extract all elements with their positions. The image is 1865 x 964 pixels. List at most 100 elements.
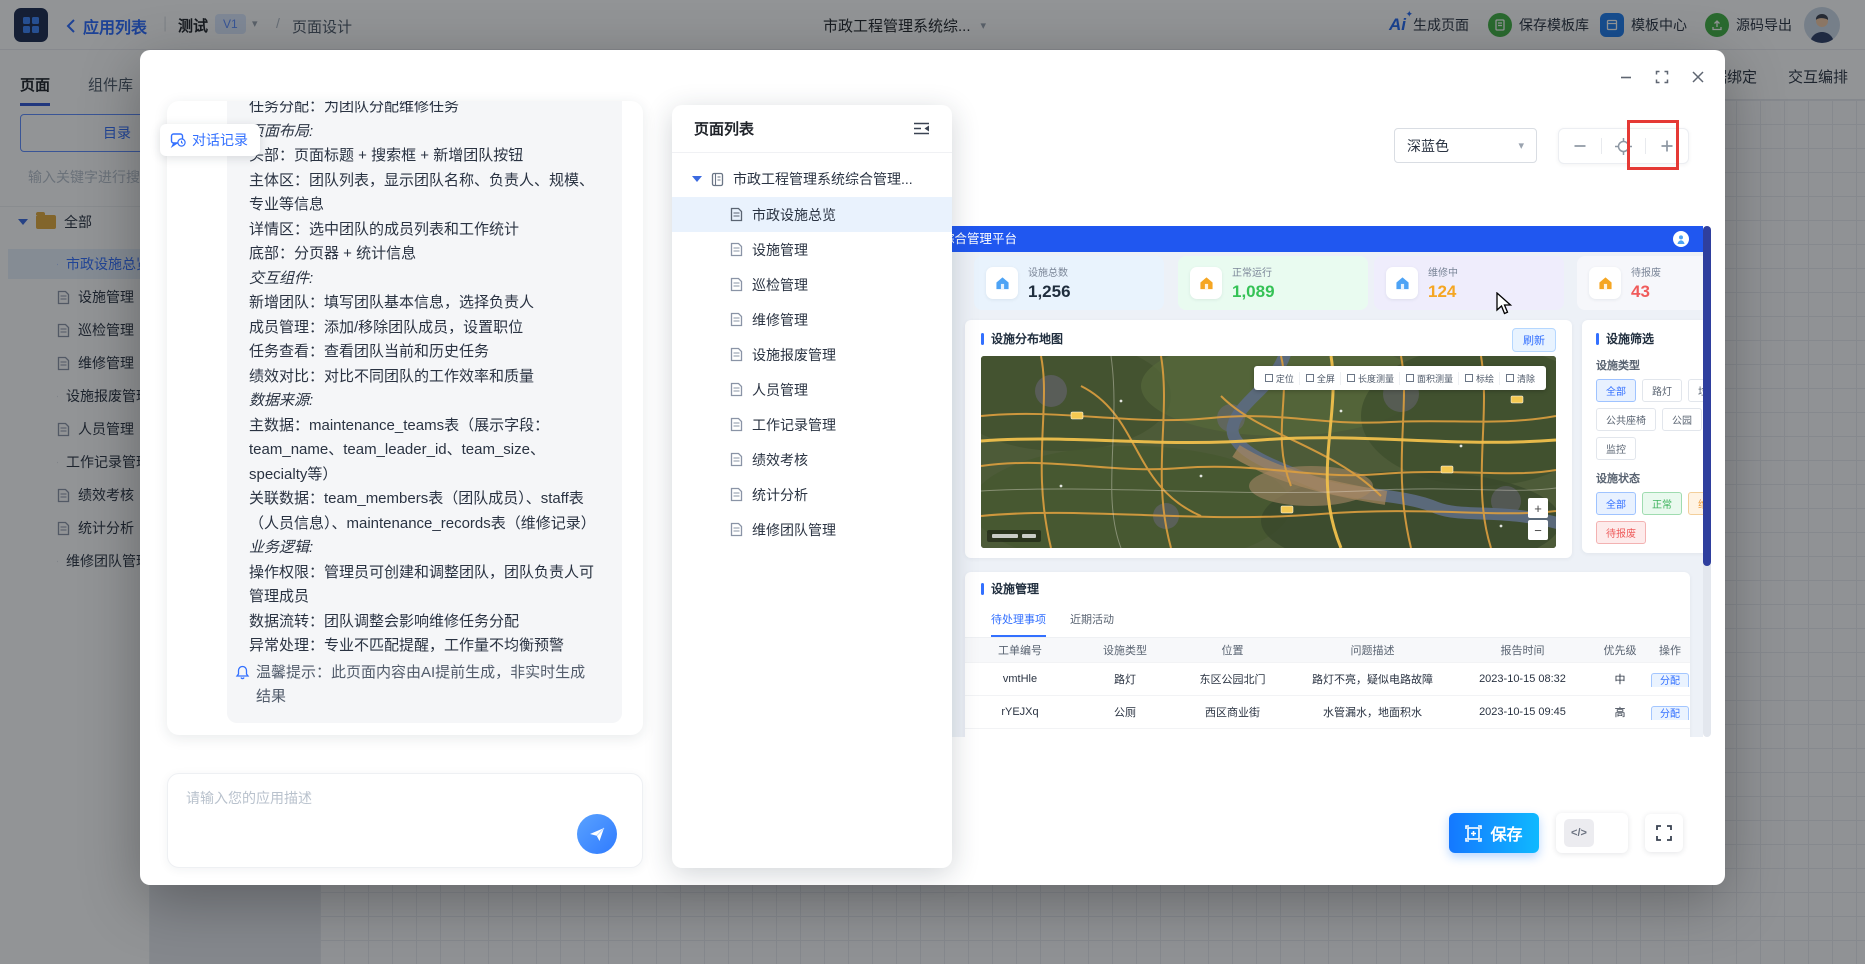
map-zoom-out-button[interactable]: −	[1528, 520, 1548, 540]
ai-tip-text: 温馨提示：此页面内容由AI提前生成，非实时生成结果	[256, 661, 600, 710]
chat-line: 成员管理：添加/移除团队成员，设置职位	[249, 316, 600, 341]
page-list-item[interactable]: 巡检管理	[672, 267, 952, 302]
filter-group-label: 设施状态	[1596, 470, 1703, 486]
page-icon	[730, 487, 743, 502]
page-icon	[730, 347, 743, 362]
view-code-button[interactable]: </>	[1556, 813, 1628, 853]
assign-button[interactable]: 分配	[1651, 706, 1689, 720]
map-section-title: 设施分布地图	[991, 330, 1063, 347]
page-list-item[interactable]: 人员管理	[672, 372, 952, 407]
filter-title: 设施筛选	[1606, 330, 1654, 347]
map-tool-5[interactable]: 标绘	[1460, 372, 1500, 385]
table-header-cell: 问题描述	[1290, 642, 1455, 658]
assign-button[interactable]: 分配	[1651, 673, 1689, 687]
table-header-row: 工单编号设施类型位置问题描述报告时间优先级操作	[965, 638, 1690, 662]
filter-group-label: 设施类型	[1596, 357, 1703, 373]
filter-chip[interactable]: 全部	[1596, 379, 1636, 402]
app-description-input[interactable]: 请输入您的应用描述	[167, 773, 643, 868]
table-title: 设施管理	[991, 580, 1039, 597]
map-tool-1[interactable]: 定位	[1260, 372, 1300, 385]
stat-card: 正常运行 1,089	[1178, 256, 1368, 310]
map-attribution	[987, 530, 1041, 542]
page-tree-items: 市政设施总览设施管理巡检管理维修管理设施报废管理人员管理工作记录管理绩效考核统计…	[672, 197, 952, 547]
filter-chip[interactable]: 正常	[1642, 492, 1682, 515]
table-header-cell: 优先级	[1590, 642, 1650, 658]
filter-chip[interactable]: 待报废	[1596, 521, 1646, 544]
work-order-table: 工单编号设施类型位置问题描述报告时间优先级操作vmtHle路灯东区公园北门路灯不…	[965, 638, 1690, 737]
screen: 应用列表 | 测试 V1 ▾ / 页面设计 市政工程管理系统综... ▾ Ai✦…	[0, 0, 1865, 964]
filter-chip[interactable]: 公园	[1662, 408, 1702, 431]
filter-chip[interactable]: 全部	[1596, 492, 1636, 515]
page-list-item[interactable]: 统计分析	[672, 477, 952, 512]
map-tool-4[interactable]: 面积测量	[1401, 372, 1459, 385]
table-cell: 西区商业街	[1175, 704, 1290, 720]
page-icon	[730, 452, 743, 467]
page-icon	[730, 417, 743, 432]
preview-scrollbar[interactable]	[1703, 226, 1711, 737]
collapse-list-icon[interactable]	[914, 122, 930, 135]
map-tool-label: 定位	[1276, 372, 1294, 385]
chat-history-tag[interactable]: 对话记录	[160, 124, 260, 156]
dashboard-header: 市政设施综合管理平台	[876, 226, 1703, 252]
chat-line: 异常处理：专业不匹配提醒，工作量不均衡预警	[249, 634, 600, 659]
filter-chip[interactable]: 监控	[1596, 437, 1636, 460]
theme-select[interactable]: 深蓝色 ▾	[1394, 128, 1537, 163]
page-list-item-label: 维修管理	[752, 310, 808, 330]
page-tree-root[interactable]: 市政工程管理系统综合管理...	[672, 161, 952, 197]
page-list-item-label: 设施报废管理	[752, 345, 836, 365]
page-list-item[interactable]: 维修管理	[672, 302, 952, 337]
close-icon[interactable]	[1689, 68, 1707, 86]
fullscreen-button[interactable]	[1645, 814, 1683, 852]
filter-chip[interactable]: 路灯	[1642, 379, 1682, 402]
stat-value: 43	[1631, 282, 1661, 302]
stat-label: 设施总数	[1028, 264, 1071, 279]
stat-value: 124	[1428, 282, 1458, 302]
minimize-button[interactable]	[1617, 68, 1635, 86]
maximize-button[interactable]	[1653, 68, 1671, 86]
page-preview-viewport[interactable]: 市政设施综合管理平台 设施总数 1,256 正常运行 1,089 维修中 124…	[876, 226, 1703, 737]
page-list-item[interactable]: 设施报废管理	[672, 337, 952, 372]
map-tool-3[interactable]: 长度测量	[1342, 372, 1400, 385]
filter-chip-group: 全部路灯垃圾桶公共座椅公园监控	[1596, 379, 1703, 460]
table-header-cell: 报告时间	[1455, 642, 1590, 658]
notebook-icon	[710, 172, 725, 187]
zoom-out-button[interactable]	[1559, 129, 1601, 163]
facility-map[interactable]: 定位全屏长度测量面积测量标绘清除 + −	[981, 356, 1556, 548]
refresh-button[interactable]: 刷新	[1512, 328, 1556, 352]
page-list-item[interactable]: 市政设施总览	[672, 197, 952, 232]
table-row: MGdZis垃圾桶南区居民区垃圾桶损坏，无法正常使用2023-10-15 10:…	[965, 728, 1690, 737]
scrollbar-thumb[interactable]	[1703, 226, 1711, 566]
tab-pending-items[interactable]: 待处理事项	[991, 611, 1046, 637]
map-tool-6[interactable]: 清除	[1501, 372, 1540, 385]
filter-chip[interactable]: 公共座椅	[1596, 408, 1656, 431]
send-button[interactable]	[577, 814, 617, 854]
chat-line: 关联数据：team_members表（团队成员）、staff表（人员信息）、ma…	[249, 487, 600, 536]
save-button[interactable]: 保存	[1449, 813, 1539, 853]
map-zoom-in-button[interactable]: +	[1528, 498, 1548, 518]
code-icon: </>	[1564, 819, 1594, 847]
chat-line: 数据来源:	[249, 389, 600, 414]
theme-value: 深蓝色	[1407, 136, 1449, 156]
facility-icon	[986, 267, 1018, 299]
page-list-item[interactable]: 工作记录管理	[672, 407, 952, 442]
filter-chip[interactable]: 维修中	[1688, 492, 1703, 515]
page-list-item[interactable]: 维修团队管理	[672, 512, 952, 547]
table-cell: 东区公园北门	[1175, 671, 1290, 687]
tab-recent-activity[interactable]: 近期活动	[1070, 611, 1114, 637]
facility-icon	[1190, 267, 1222, 299]
stat-card: 维修中 124	[1374, 256, 1564, 310]
chat-line: 头部：页面标题 + 搜索框 + 新增团队按钮	[249, 144, 600, 169]
page-list-item[interactable]: 绩效考核	[672, 442, 952, 477]
page-list-title: 页面列表	[694, 118, 754, 139]
filter-chip[interactable]: 垃圾桶	[1688, 379, 1703, 402]
page-icon	[730, 277, 743, 292]
table-cell: 高	[1590, 704, 1650, 720]
page-icon	[730, 382, 743, 397]
chat-line: 页面布局:	[249, 120, 600, 145]
bell-icon	[235, 665, 250, 680]
page-list-panel: 页面列表 市政工程管理系统综合管理... 市政设施总览设施管理巡检管理维修管理设…	[672, 105, 952, 868]
filter-groups: 设施类型全部路灯垃圾桶公共座椅公园监控设施状态全部正常维修中待报废管理区域全部东…	[1596, 357, 1703, 553]
chat-line: 底部：分页器 + 统计信息	[249, 242, 600, 267]
map-tool-2[interactable]: 全屏	[1301, 372, 1341, 385]
page-list-item[interactable]: 设施管理	[672, 232, 952, 267]
